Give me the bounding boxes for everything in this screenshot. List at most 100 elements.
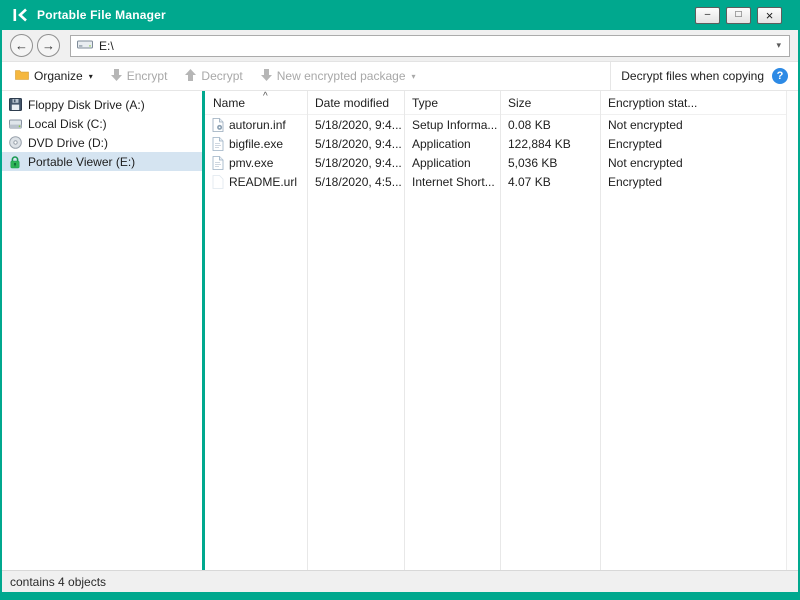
sidebar-item-label: Floppy Disk Drive (A:)	[28, 97, 145, 112]
file-row-readme-url[interactable]: README.url 5/18/2020, 4:5... Internet Sh…	[205, 172, 786, 191]
file-name-cell: pmv.exe	[205, 156, 307, 170]
file-encryption-status: Not encrypted	[608, 117, 683, 132]
file-encryption-status: Encrypted	[608, 136, 663, 151]
back-button[interactable]: ←	[10, 34, 33, 57]
file-row-pmv-exe[interactable]: pmv.exe 5/18/2020, 9:4... Application 5,…	[205, 153, 786, 172]
column-header-size[interactable]: Size	[500, 91, 600, 114]
file-icon	[211, 155, 224, 170]
column-divider[interactable]	[404, 91, 405, 570]
minimize-button[interactable]: –	[695, 6, 720, 24]
file-date: 5/18/2020, 9:4...	[315, 136, 402, 151]
sidebar-item-floppy-drive-a[interactable]: Floppy Disk Drive (A:)	[2, 95, 202, 114]
drive-icon	[77, 38, 93, 53]
sort-ascending-icon: ^	[263, 91, 268, 102]
folder-icon	[15, 69, 29, 83]
column-header-encryption-status[interactable]: Encryption stat...	[600, 91, 786, 114]
decrypt-label: Decrypt	[201, 69, 243, 83]
column-header-label: Date modified	[315, 95, 390, 110]
sidebar-item-portable-viewer-e[interactable]: Portable Viewer (E:)	[2, 152, 202, 171]
chevron-down-icon: ▾	[88, 71, 93, 81]
minimize-icon: –	[704, 9, 711, 20]
file-size: 5,036 KB	[508, 155, 558, 170]
file-name-cell: autorun.inf	[205, 118, 307, 132]
file-row-bigfile-exe[interactable]: bigfile.exe 5/18/2020, 9:4... Applicatio…	[205, 134, 786, 153]
encrypt-button[interactable]: Encrypt	[102, 62, 177, 90]
address-dropdown-icon[interactable]: ▾	[774, 40, 783, 51]
file-name: pmv.exe	[229, 155, 274, 170]
hard-disk-icon	[8, 119, 22, 129]
close-icon: ×	[765, 7, 774, 23]
new-encrypted-package-label: New encrypted package	[276, 69, 406, 83]
file-size: 0.08 KB	[508, 117, 551, 132]
window-title: Portable File Manager	[37, 8, 166, 22]
setup-file-icon	[211, 117, 224, 132]
file-name: autorun.inf	[229, 117, 286, 132]
content-area: Floppy Disk Drive (A:) Local Disk (C:) D…	[2, 91, 798, 570]
maximize-icon: □	[735, 9, 742, 20]
url-file-icon	[211, 174, 224, 189]
toolbar: Organize ▾ Encrypt Decrypt New encrypted…	[2, 62, 798, 91]
file-row-autorun-inf[interactable]: autorun.inf 5/18/2020, 9:4... Setup Info…	[205, 115, 786, 134]
arrow-down-icon	[260, 68, 272, 84]
file-type: Setup Informa...	[412, 117, 498, 132]
file-date: 5/18/2020, 9:4...	[315, 117, 402, 132]
sidebar-item-label: DVD Drive (D:)	[28, 135, 108, 150]
file-size: 4.07 KB	[508, 174, 551, 189]
organize-button[interactable]: Organize ▾	[6, 62, 102, 90]
file-name: bigfile.exe	[229, 136, 284, 151]
column-divider[interactable]	[500, 91, 501, 570]
file-type: Application	[412, 136, 471, 151]
decrypt-when-copying-label: Decrypt files when copying	[621, 69, 764, 83]
sidebar-item-dvd-drive-d[interactable]: DVD Drive (D:)	[2, 133, 202, 152]
maximize-button[interactable]: □	[726, 6, 751, 24]
column-header-type[interactable]: Type	[404, 91, 500, 114]
lock-icon	[8, 155, 22, 169]
close-button[interactable]: ×	[757, 6, 782, 24]
help-icon[interactable]: ?	[772, 68, 788, 84]
file-name: README.url	[229, 174, 298, 189]
forward-arrow-icon: →	[42, 38, 55, 53]
file-date: 5/18/2020, 9:4...	[315, 155, 402, 170]
file-date: 5/18/2020, 4:5...	[315, 174, 402, 189]
column-divider[interactable]	[307, 91, 308, 570]
dvd-icon	[8, 136, 22, 149]
column-header-label: Size	[508, 95, 532, 110]
status-bar: contains 4 objects	[2, 570, 798, 592]
file-encryption-status: Encrypted	[608, 174, 663, 189]
file-size: 122,884 KB	[508, 136, 571, 151]
file-list: Name ^ Date modified Type Size Encryptio…	[205, 91, 786, 570]
sidebar-item-local-disk-c[interactable]: Local Disk (C:)	[2, 114, 202, 133]
file-icon	[211, 136, 224, 151]
kaspersky-logo-icon	[11, 7, 31, 23]
column-divider[interactable]	[600, 91, 601, 570]
organize-label: Organize	[34, 69, 83, 83]
vertical-scrollbar[interactable]	[786, 91, 798, 570]
file-encryption-status: Not encrypted	[608, 155, 683, 170]
back-arrow-icon: ←	[15, 38, 28, 53]
new-encrypted-package-button[interactable]: New encrypted package ▾	[252, 62, 425, 90]
encrypt-label: Encrypt	[126, 69, 168, 83]
window-controls: – □ ×	[695, 6, 792, 24]
column-header-label: Encryption stat...	[608, 95, 698, 110]
file-name-cell: bigfile.exe	[205, 137, 307, 151]
arrow-down-icon	[110, 68, 122, 84]
arrow-up-icon	[185, 68, 197, 84]
titlebar: Portable File Manager – □ ×	[2, 0, 798, 30]
sidebar-item-label: Portable Viewer (E:)	[28, 154, 136, 169]
navigation-bar: ← → E:\ ▾	[2, 30, 798, 62]
column-header-label: Name	[213, 95, 246, 110]
column-header-name[interactable]: Name ^	[205, 91, 307, 114]
file-name-cell: README.url	[205, 175, 307, 189]
column-header-label: Type	[412, 95, 439, 110]
address-text: E:\	[99, 38, 114, 53]
decrypt-button[interactable]: Decrypt	[176, 62, 251, 90]
forward-button[interactable]: →	[37, 34, 60, 57]
file-type: Internet Short...	[412, 174, 495, 189]
address-bar[interactable]: E:\ ▾	[70, 34, 790, 57]
floppy-icon	[8, 98, 22, 111]
column-headers: Name ^ Date modified Type Size Encryptio…	[205, 91, 786, 115]
status-text: contains 4 objects	[10, 574, 107, 589]
toolbar-right-group: Decrypt files when copying ?	[610, 62, 798, 90]
column-header-date-modified[interactable]: Date modified	[307, 91, 404, 114]
sidebar-item-label: Local Disk (C:)	[28, 116, 107, 131]
